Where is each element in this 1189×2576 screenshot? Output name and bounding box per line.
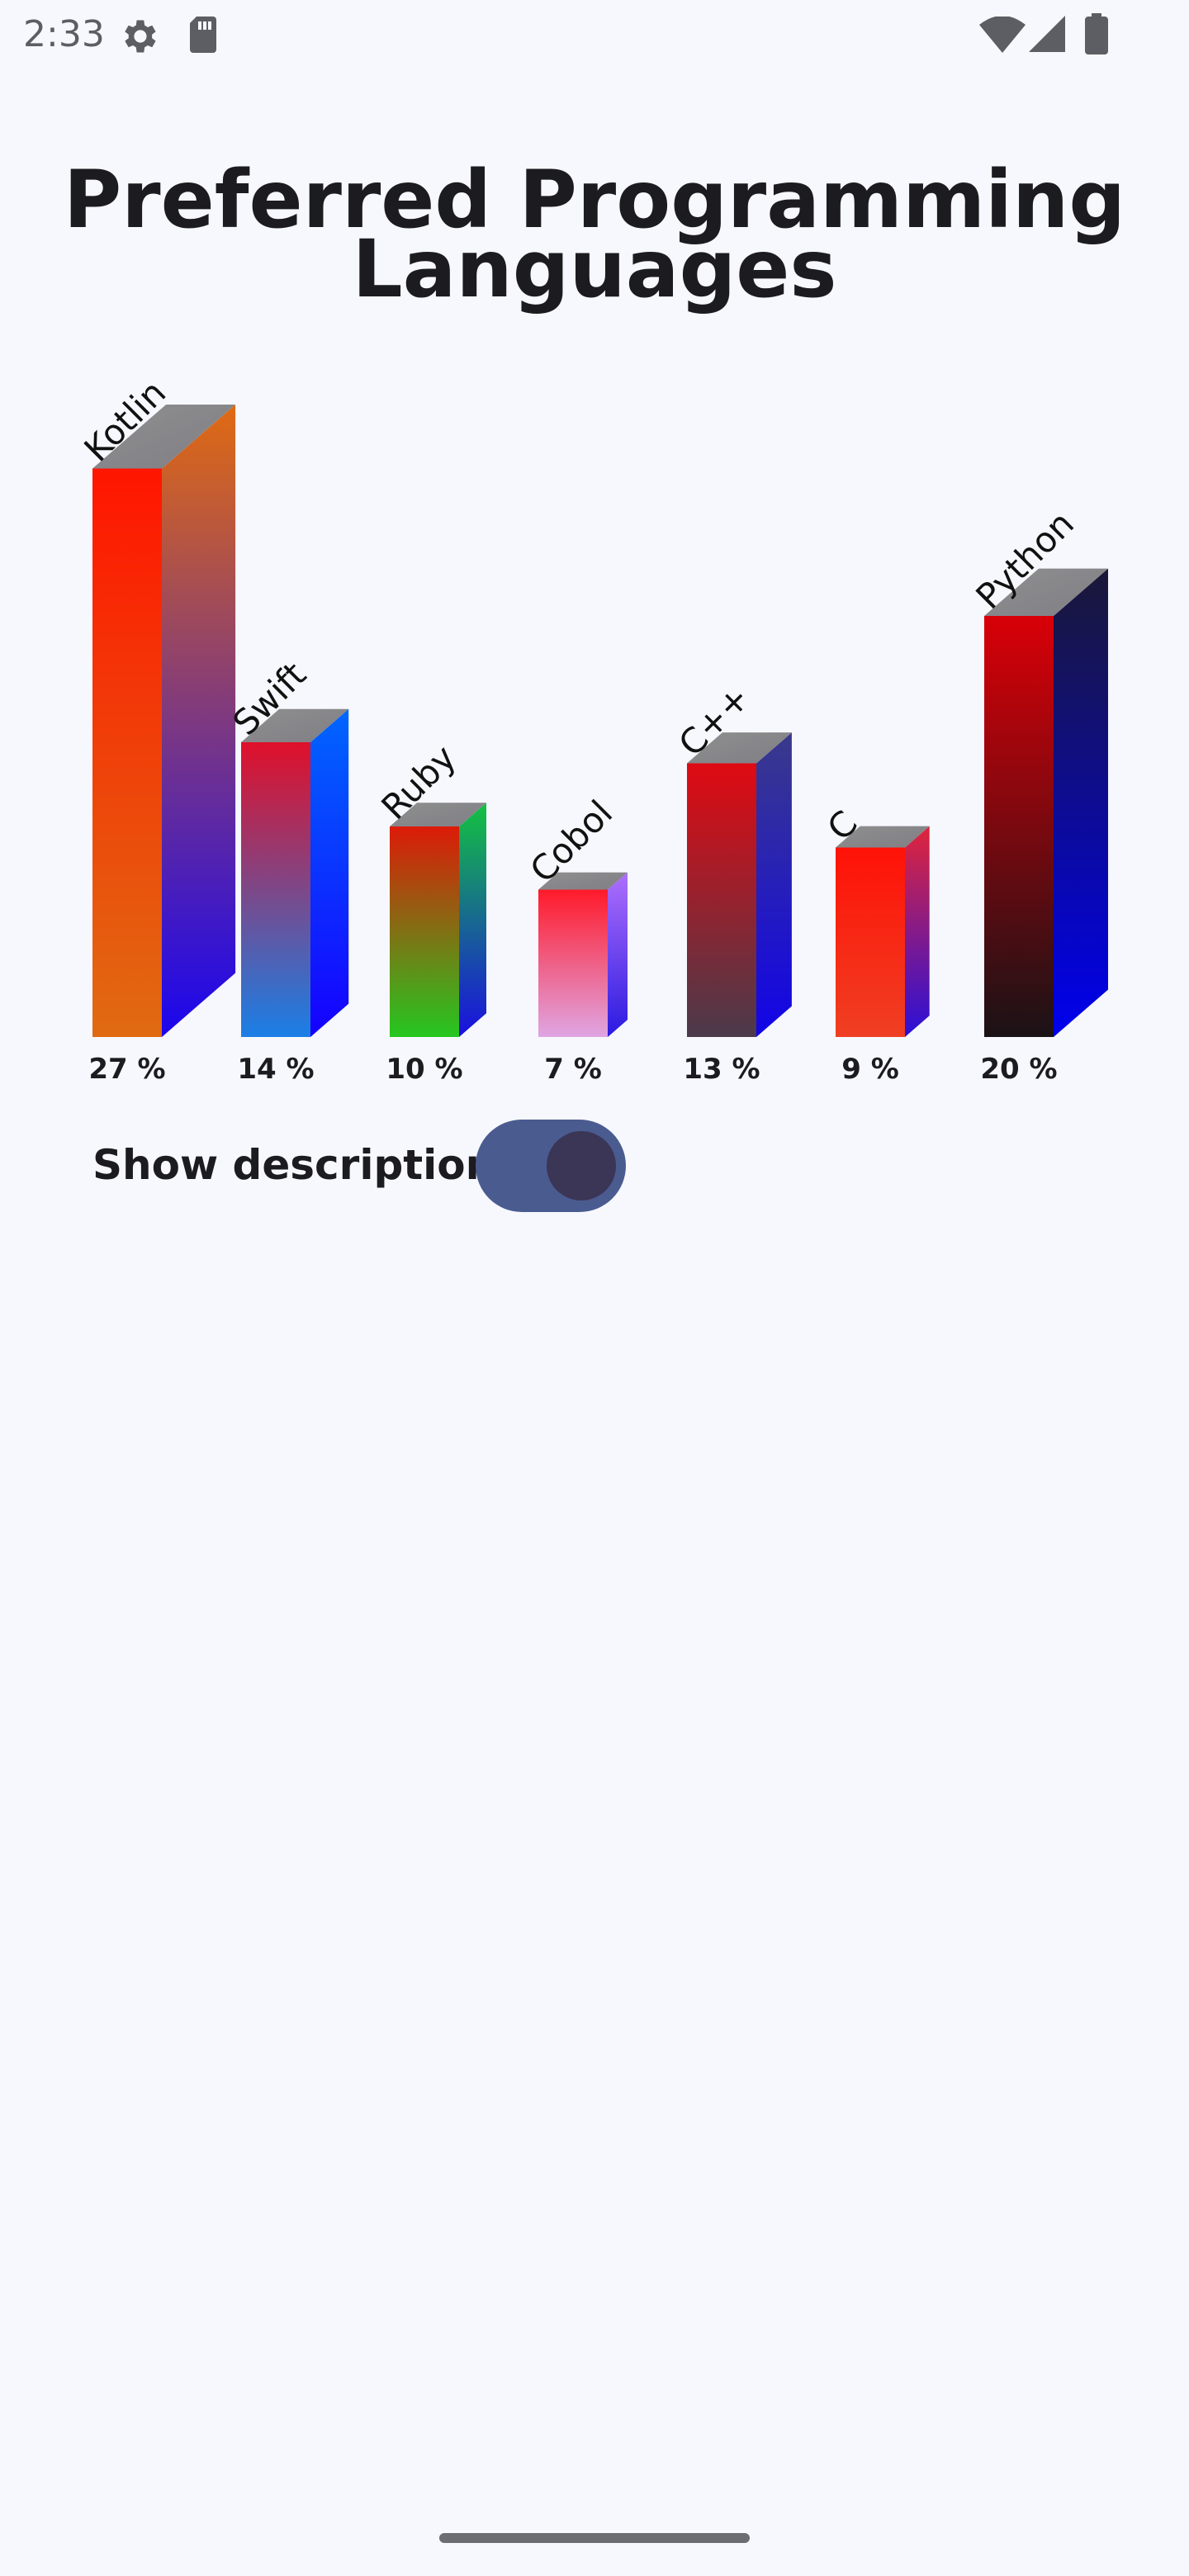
bar-python: [984, 568, 1108, 1037]
value-label-kotlin: 27 %: [88, 1053, 165, 1086]
bar-c-side: [905, 826, 930, 1037]
bar-ruby-side: [459, 803, 486, 1037]
bar-kotlin: [92, 404, 236, 1037]
show-description-row[interactable]: Show description: [92, 1120, 637, 1212]
bar-swift: [241, 708, 349, 1037]
bar-chart: Kotlin27 %Swift14 %Ruby10 %Cobol7 %C++13…: [76, 372, 1108, 1086]
sd-card-icon: [190, 17, 216, 53]
gear-icon: [125, 20, 156, 53]
bars-layer: Kotlin27 %Swift14 %Ruby10 %Cobol7 %C++13…: [76, 372, 1108, 1086]
value-label-python: 20 %: [980, 1053, 1057, 1086]
bar-c: [836, 826, 930, 1037]
value-label-c: 9 %: [841, 1053, 899, 1086]
value-label-swift: 14 %: [237, 1053, 314, 1086]
bar-cobol: [538, 872, 628, 1037]
bar-cplus-side: [756, 732, 792, 1037]
status-bar: 2:33: [0, 0, 1189, 69]
bar-ruby-front: [390, 826, 459, 1037]
bar-swift-side: [310, 708, 349, 1037]
bar-ruby: [390, 803, 486, 1037]
chart-title: Preferred Programming Languages: [63, 154, 1126, 315]
value-label-cplus: 13 %: [683, 1053, 760, 1086]
bar-python-front: [984, 616, 1054, 1037]
bar-cplus-front: [687, 763, 756, 1037]
battery-icon: [1085, 13, 1108, 54]
bar-kotlin-side: [162, 404, 236, 1037]
bar-c-front: [836, 847, 905, 1037]
value-label-cobol: 7 %: [544, 1053, 602, 1086]
home-indicator[interactable]: [439, 2533, 750, 2543]
value-label-ruby: 10 %: [386, 1053, 462, 1086]
bar-cplus: [687, 732, 792, 1037]
show-description-switch[interactable]: [476, 1120, 626, 1212]
show-description-label: Show description: [92, 1141, 495, 1189]
switch-thumb[interactable]: [547, 1131, 616, 1200]
bar-swift-front: [241, 742, 310, 1037]
wifi-icon: [979, 17, 1026, 53]
bar-python-side: [1054, 568, 1108, 1037]
bar-cobol-side: [608, 872, 628, 1037]
cell-signal-icon: [1029, 16, 1065, 52]
bar-kotlin-front: [92, 468, 162, 1037]
status-time: 2:33: [23, 13, 105, 55]
bar-cobol-front: [538, 889, 608, 1037]
